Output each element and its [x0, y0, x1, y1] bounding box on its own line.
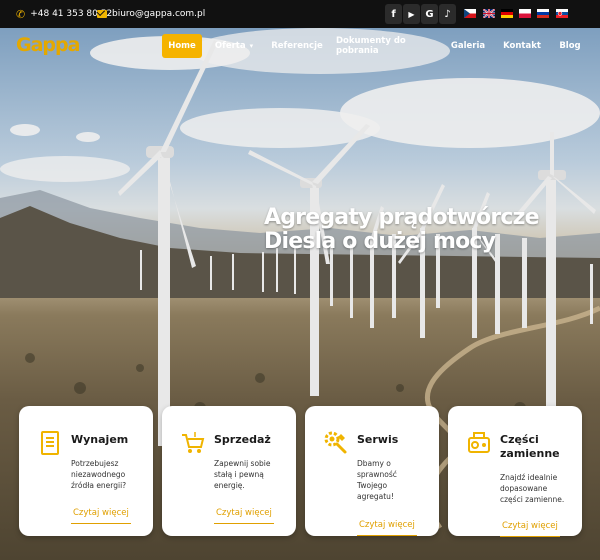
card-title-line: Części — [500, 433, 539, 446]
card-text: Dbamy o sprawność Twojego agregatu! — [357, 458, 397, 502]
service-card-sales: Sprzedaż Zapewnij sobie stałą i pewną en… — [162, 406, 296, 536]
document-icon — [41, 431, 59, 455]
google-icon[interactable]: G — [421, 4, 438, 24]
card-text-line: stałą i pewną — [214, 470, 264, 479]
parts-icon — [468, 432, 490, 453]
card-text-line: niezawodnego — [71, 470, 126, 479]
hero-headline: Agregaty prądotwórcze Diesla o dużej moc… — [264, 205, 540, 254]
card-title: Części zamienne — [500, 433, 560, 461]
nav-contact[interactable]: Kontakt — [502, 34, 542, 58]
russia-flag-icon[interactable] — [537, 9, 549, 18]
card-text-line: agregatu! — [357, 492, 394, 501]
chevron-down-icon: ▾ — [249, 42, 254, 50]
facebook-icon[interactable]: f — [385, 4, 402, 24]
card-text-line: Zapewnij sobie — [214, 459, 271, 468]
card-title: Sprzedaż — [214, 433, 271, 446]
card-text-line: energię. — [214, 481, 245, 490]
card-text-line: sprawność — [357, 470, 397, 479]
card-text-line: Potrzebujesz — [71, 459, 119, 468]
tiktok-icon[interactable]: ♪ — [439, 4, 456, 24]
uk-flag-icon[interactable] — [483, 9, 495, 18]
youtube-icon[interactable]: ▶ — [403, 4, 420, 24]
card-text-line: Znajdź idealnie — [500, 473, 558, 482]
card-text: Znajdź idealnie dopasowane części zamien… — [500, 472, 564, 505]
poland-flag-icon[interactable] — [519, 9, 531, 18]
service-card-rental: Wynajem Potrzebujesz niezawodnego źródła… — [19, 406, 153, 536]
czech-flag-icon[interactable] — [464, 9, 476, 18]
card-text: Potrzebujesz niezawodnego źródła energii… — [71, 458, 126, 491]
service-card-parts: Części zamienne Znajdź idealnie dopasowa… — [448, 406, 582, 537]
email-contact[interactable]: biuro@gappa.com.pl — [97, 0, 205, 28]
email-address: biuro@gappa.com.pl — [112, 9, 206, 19]
nav-gallery[interactable]: Galeria — [450, 34, 486, 58]
wrench-gear-icon — [324, 431, 347, 454]
card-text-line: źródła energii? — [71, 481, 127, 490]
slovakia-flag-icon[interactable] — [556, 9, 568, 18]
germany-flag-icon[interactable] — [501, 9, 513, 18]
nav-offer-label: Oferta — [214, 41, 246, 51]
top-bar: ✆ +48 41 353 80 52 biuro@gappa.com.pl f … — [0, 0, 600, 28]
nav-home[interactable]: Home — [162, 34, 202, 58]
read-more-link[interactable]: Czytaj więcej — [214, 508, 274, 524]
gappa-logo[interactable]: Gappa — [16, 34, 80, 56]
card-text-line: dopasowane — [500, 484, 548, 493]
nav-references[interactable]: Referencje — [270, 34, 324, 58]
card-text-line: części zamienne. — [500, 495, 565, 504]
card-title-line: zamienne — [500, 447, 560, 460]
phone-icon: ✆ — [16, 7, 26, 21]
mail-icon — [97, 10, 107, 18]
card-text: Zapewnij sobie stałą i pewną energię. — [214, 458, 271, 491]
cart-icon — [182, 432, 205, 453]
read-more-link[interactable]: Czytaj więcej — [357, 520, 417, 536]
card-title: Serwis — [357, 433, 399, 446]
nav-offer[interactable]: Oferta ▾ — [214, 34, 254, 58]
service-card-service: Serwis Dbamy o sprawność Twojego agregat… — [305, 406, 439, 536]
nav-documents[interactable]: Dokumenty do pobrania — [336, 34, 436, 58]
read-more-link[interactable]: Czytaj więcej — [71, 508, 131, 524]
card-text-line: Dbamy o — [357, 459, 391, 468]
nav-blog[interactable]: Blog — [556, 34, 584, 58]
read-more-link[interactable]: Czytaj więcej — [500, 521, 560, 537]
card-text-line: Twojego — [357, 481, 388, 490]
card-title: Wynajem — [71, 433, 129, 446]
